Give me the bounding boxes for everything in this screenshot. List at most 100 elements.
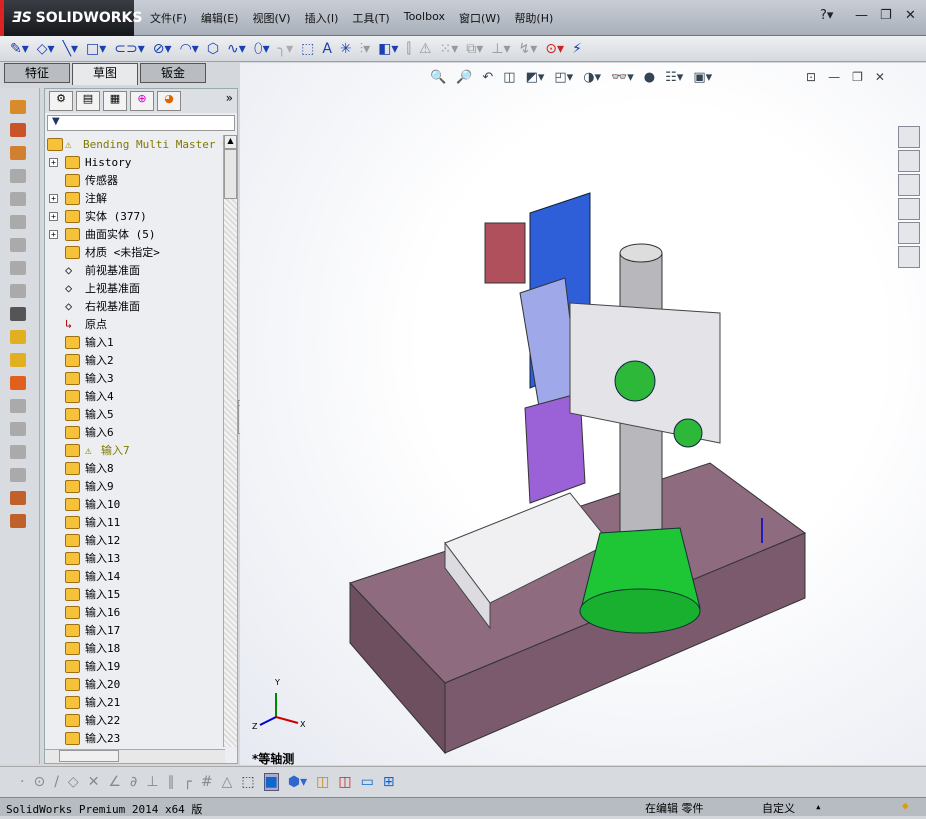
menu-item[interactable]: 工具(T) xyxy=(352,10,389,26)
tree-item[interactable]: ◇ 前视基准面 xyxy=(45,261,225,279)
offset-icon[interactable]: ⫿ xyxy=(406,41,410,57)
feature-tool-icon[interactable] xyxy=(10,514,26,528)
rebuild-tag-icon[interactable]: ◆ xyxy=(902,799,909,812)
line-icon[interactable]: ╲▾ xyxy=(63,41,78,57)
home-icon[interactable] xyxy=(898,126,920,148)
feature-tool-icon[interactable] xyxy=(10,123,26,137)
menu-item[interactable]: 视图(V) xyxy=(252,10,290,26)
tree-item[interactable]: 输入21 xyxy=(45,693,225,711)
four-view-icon[interactable]: ⊞ xyxy=(383,774,395,790)
zoom-area-icon[interactable]: 🔎 xyxy=(456,70,472,85)
appearance-icon[interactable]: ● xyxy=(644,70,655,85)
menu-item[interactable]: 编辑(E) xyxy=(201,10,239,26)
tree-item[interactable]: 传感器 xyxy=(45,171,225,189)
spline-icon[interactable]: ∿▾ xyxy=(227,41,246,57)
arc-icon[interactable]: ◠▾ xyxy=(180,41,199,57)
feature-tool-icon[interactable] xyxy=(10,491,26,505)
property-manager-tab-icon[interactable]: ▤ xyxy=(76,91,100,111)
line-icon[interactable]: / xyxy=(54,774,59,790)
tree-item[interactable]: 输入18 xyxy=(45,639,225,657)
close-button[interactable]: ✕ xyxy=(905,8,916,23)
view-palette-icon[interactable] xyxy=(898,198,920,220)
feature-tool-icon[interactable] xyxy=(10,169,26,183)
tree-item[interactable]: 材质 <未指定> xyxy=(45,243,225,261)
tree-item[interactable]: 输入6 xyxy=(45,423,225,441)
tree-item[interactable]: 输入13 xyxy=(45,549,225,567)
feature-tool-icon[interactable] xyxy=(10,215,26,229)
point-icon[interactable]: · xyxy=(20,774,24,790)
tree-item[interactable]: 输入8 xyxy=(45,459,225,477)
relations-icon[interactable]: ⊥▾ xyxy=(491,41,510,57)
view-cube-icon[interactable]: ⬢▾ xyxy=(288,774,307,790)
rapid-sketch-icon[interactable]: ⊙▾ xyxy=(545,41,564,57)
expand-icon[interactable]: + xyxy=(49,193,58,203)
tree-item[interactable]: 输入5 xyxy=(45,405,225,423)
slot-icon[interactable]: ⊂⊃▾ xyxy=(114,41,145,57)
units-up-arrow-icon[interactable]: ▴ xyxy=(815,800,822,813)
tree-item[interactable]: 输入19 xyxy=(45,657,225,675)
tree-item[interactable]: 输入11 xyxy=(45,513,225,531)
hide-show-icon[interactable]: 👓▾ xyxy=(611,70,634,85)
doc-close-icon[interactable]: ✕ xyxy=(875,70,885,84)
parallel-icon[interactable]: ∥ xyxy=(167,774,174,790)
shaded-icon[interactable]: ■ xyxy=(263,772,279,791)
ellipse-icon[interactable]: ⬯▾ xyxy=(254,41,270,57)
corner-icon[interactable]: ┌ xyxy=(183,774,191,790)
trim-icon[interactable]: ⫶▾ xyxy=(360,41,371,57)
tree-item[interactable]: 输入4 xyxy=(45,387,225,405)
triangle-icon[interactable]: △ xyxy=(222,774,233,790)
instant2d-icon[interactable]: ⚡ xyxy=(572,41,582,57)
menu-item[interactable]: Toolbox xyxy=(404,10,445,26)
tree-item[interactable]: 输入22 xyxy=(45,711,225,729)
feature-tool-icon[interactable] xyxy=(10,330,26,344)
tree-item[interactable]: + History xyxy=(45,153,225,171)
feature-tool-icon[interactable] xyxy=(10,261,26,275)
tree-item[interactable]: + 曲面实体 (5) xyxy=(45,225,225,243)
feature-tool-icon[interactable] xyxy=(10,307,26,321)
menu-item[interactable]: 插入(I) xyxy=(305,10,339,26)
interference-icon[interactable]: ◫ xyxy=(338,774,351,790)
repair-icon[interactable]: ↯▾ xyxy=(519,41,538,57)
configuration-manager-tab-icon[interactable]: ▦ xyxy=(103,91,127,111)
feature-tool-icon[interactable] xyxy=(10,399,26,413)
dimxpert-tab-icon[interactable]: ⊕ xyxy=(130,91,154,111)
doc-minimize-icon[interactable]: — xyxy=(828,70,840,84)
polygon-icon[interactable]: ◇ xyxy=(68,774,79,790)
file-explorer-icon[interactable] xyxy=(898,174,920,196)
text-icon[interactable]: A xyxy=(322,41,332,57)
angle-icon[interactable]: ∠ xyxy=(108,774,121,790)
expand-icon[interactable]: + xyxy=(49,229,58,239)
expand-panel-icon[interactable]: » xyxy=(226,91,233,111)
tree-item[interactable]: 输入1 xyxy=(45,333,225,351)
tree-item[interactable]: 输入15 xyxy=(45,585,225,603)
tab-sheet-metal[interactable]: 钣金 xyxy=(140,63,206,83)
perpendicular-icon[interactable]: ⊥ xyxy=(146,774,158,790)
grid-icon[interactable]: # xyxy=(201,774,213,790)
tangent-icon[interactable]: ∂ xyxy=(130,774,137,790)
tree-item[interactable]: 输入16 xyxy=(45,603,225,621)
feature-tool-icon[interactable] xyxy=(10,445,26,459)
feature-tool-icon[interactable] xyxy=(10,284,26,298)
tree-item[interactable]: ↳ 原点 xyxy=(45,315,225,333)
tree-item[interactable]: 输入12 xyxy=(45,531,225,549)
feature-tool-icon[interactable] xyxy=(10,238,26,252)
feature-tool-icon[interactable] xyxy=(10,100,26,114)
tree-item[interactable]: + 注解 xyxy=(45,189,225,207)
feature-tool-icon[interactable] xyxy=(10,468,26,482)
tree-item[interactable]: ◇ 右视基准面 xyxy=(45,297,225,315)
doc-restore-icon[interactable]: ❐ xyxy=(852,70,863,84)
help-icon[interactable]: ?▾ xyxy=(820,8,833,23)
tree-item[interactable]: 输入20 xyxy=(45,675,225,693)
filter-icon[interactable]: ▼ xyxy=(47,115,235,131)
view-settings-icon[interactable]: ▣▾ xyxy=(693,70,712,85)
appearances-icon[interactable] xyxy=(898,222,920,244)
tree-vertical-scrollbar[interactable]: ▲ xyxy=(223,135,237,747)
feature-tool-icon[interactable] xyxy=(10,422,26,436)
tree-item[interactable]: ⚠ 输入7 xyxy=(45,441,225,459)
custom-properties-icon[interactable] xyxy=(898,246,920,268)
minimize-button[interactable]: — xyxy=(855,8,868,23)
solidworks-logo[interactable]: ƎS SOLIDWORKS xyxy=(0,0,142,36)
center-icon[interactable]: ⊙ xyxy=(33,774,45,790)
tree-item[interactable]: 输入14 xyxy=(45,567,225,585)
expand-icon[interactable]: + xyxy=(49,211,58,221)
